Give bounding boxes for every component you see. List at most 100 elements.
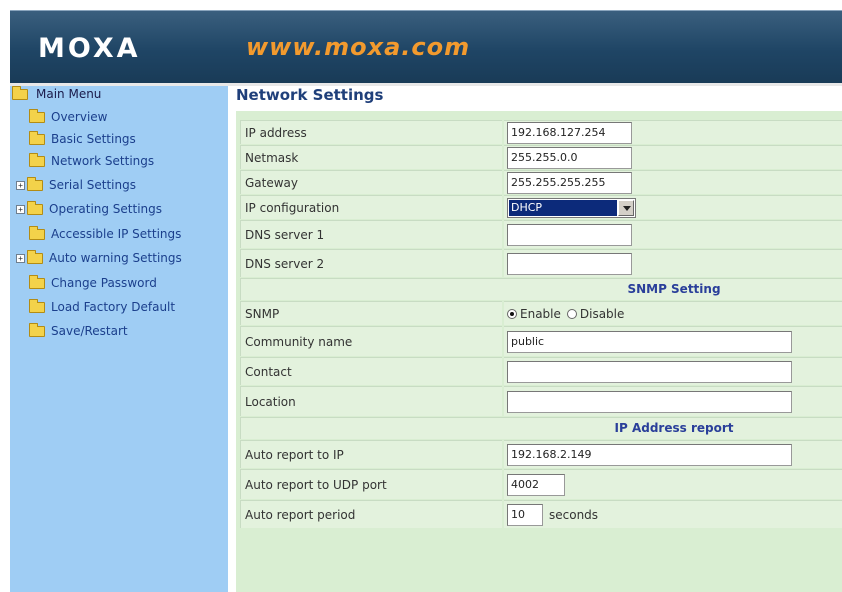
folder-icon xyxy=(29,322,45,337)
dns-server-2-label: DNS server 2 xyxy=(240,249,502,277)
sidebar-item-label: Network Settings xyxy=(51,154,155,168)
snmp-enable-radio[interactable] xyxy=(507,308,517,319)
expand-plus-icon[interactable]: + xyxy=(16,204,25,214)
row-dns-server-1: DNS server 1 xyxy=(236,220,842,248)
sidebar-item-label: Operating Settings xyxy=(49,202,163,216)
row-community-name: Community name xyxy=(236,326,842,356)
contact-cell xyxy=(504,357,842,385)
main-content: Network Settings IP address Netmask Gate… xyxy=(228,86,842,592)
dns-server-2-cell xyxy=(504,249,842,277)
snmp-label: SNMP xyxy=(240,301,502,325)
row-auto-report-udp-port: Auto report to UDP port xyxy=(236,469,842,499)
location-input[interactable] xyxy=(507,390,792,413)
folder-icon xyxy=(27,200,43,215)
sidebar-item-label: Accessible IP Settings xyxy=(51,227,182,241)
expand-plus-icon[interactable]: + xyxy=(16,180,25,190)
netmask-cell xyxy=(504,145,842,169)
row-auto-report-ip: Auto report to IP xyxy=(236,440,842,468)
community-name-input[interactable] xyxy=(507,330,792,353)
netmask-input[interactable] xyxy=(507,146,632,169)
dns-server-1-cell xyxy=(504,220,842,248)
row-location: Location xyxy=(236,386,842,416)
row-gateway: Gateway xyxy=(236,170,842,194)
ip-configuration-select[interactable]: DHCP xyxy=(507,197,636,218)
folder-open-icon xyxy=(12,85,28,100)
row-snmp: SNMP Enable Disable xyxy=(236,301,842,325)
sidebar-item-auto-warning-settings[interactable]: + Auto warning Settings xyxy=(16,249,182,267)
snmp-section-bar: SNMP Setting xyxy=(240,278,842,300)
folder-icon xyxy=(29,130,45,145)
sidebar-item-accessible-ip-settings[interactable]: Accessible IP Settings xyxy=(29,225,181,243)
expand-plus-icon[interactable]: + xyxy=(16,253,25,263)
sidebar-item-basic-settings[interactable]: Basic Settings xyxy=(29,130,136,148)
auto-report-period-input[interactable] xyxy=(507,503,543,526)
folder-icon xyxy=(29,225,45,240)
sidebar-item-network-settings[interactable]: Network Settings xyxy=(29,152,154,170)
folder-icon xyxy=(27,249,43,264)
auto-report-ip-cell xyxy=(504,440,842,468)
sidebar-root-label: Main Menu xyxy=(36,87,102,101)
location-label: Location xyxy=(240,386,502,416)
sidebar-item-label: Change Password xyxy=(51,276,157,290)
location-cell xyxy=(504,386,842,416)
ip-address-input[interactable] xyxy=(507,121,632,144)
auto-report-ip-label: Auto report to IP xyxy=(240,440,502,468)
sidebar-item-operating-settings[interactable]: + Operating Settings xyxy=(16,200,162,218)
contact-input[interactable] xyxy=(507,360,792,383)
row-snmp-section: SNMP Setting xyxy=(236,278,842,300)
sidebar-item-load-factory-default[interactable]: Load Factory Default xyxy=(29,298,175,316)
auto-report-udp-port-cell xyxy=(504,469,842,499)
gateway-label: Gateway xyxy=(240,170,502,194)
auto-report-ip-input[interactable] xyxy=(507,443,792,466)
app-header: MOXA www.moxa.com xyxy=(10,10,842,83)
ip-address-label: IP address xyxy=(240,120,502,144)
dns-server-2-input[interactable] xyxy=(507,252,632,275)
sidebar-item-label: Overview xyxy=(51,110,108,124)
dns-server-1-input[interactable] xyxy=(507,223,632,246)
sidebar-item-label: Auto warning Settings xyxy=(49,251,182,265)
folder-icon xyxy=(29,108,45,123)
netmask-label: Netmask xyxy=(240,145,502,169)
snmp-disable-radio[interactable] xyxy=(566,308,577,319)
page-title: Network Settings xyxy=(236,86,384,104)
sidebar-item-label: Save/Restart xyxy=(51,324,128,338)
sidebar-item-label: Serial Settings xyxy=(49,178,136,192)
sidebar-item-save-restart[interactable]: Save/Restart xyxy=(29,322,128,340)
row-contact: Contact xyxy=(236,357,842,385)
sidebar-item-serial-settings[interactable]: + Serial Settings xyxy=(16,176,136,194)
snmp-enable-label[interactable]: Enable xyxy=(520,307,561,321)
auto-report-udp-port-label: Auto report to UDP port xyxy=(240,469,502,499)
dns-server-1-label: DNS server 1 xyxy=(240,220,502,248)
ip-configuration-selected-value: DHCP xyxy=(509,199,617,216)
row-ip-configuration: IP configuration DHCP xyxy=(236,195,842,219)
folder-icon xyxy=(27,176,43,191)
community-name-cell xyxy=(504,326,842,356)
row-ip-report-section: IP Address report xyxy=(236,417,842,439)
sidebar-item-change-password[interactable]: Change Password xyxy=(29,274,157,292)
gateway-input[interactable] xyxy=(507,171,632,194)
auto-report-period-cell: seconds xyxy=(504,500,842,528)
sidebar-root-main-menu[interactable]: Main Menu xyxy=(12,85,101,103)
folder-icon xyxy=(29,298,45,313)
ip-report-section-title: IP Address report xyxy=(614,421,734,435)
chevron-down-icon[interactable] xyxy=(618,199,634,216)
auto-report-period-label: Auto report period xyxy=(240,500,502,528)
sidebar-item-label: Load Factory Default xyxy=(51,300,176,314)
row-ip-address: IP address xyxy=(236,120,842,144)
community-name-label: Community name xyxy=(240,326,502,356)
snmp-cell: Enable Disable xyxy=(504,301,842,325)
snmp-disable-label[interactable]: Disable xyxy=(580,307,625,321)
row-auto-report-period: Auto report period seconds xyxy=(236,500,842,528)
gateway-cell xyxy=(504,170,842,194)
sidebar: Main Menu Overview Basic Settings Networ… xyxy=(10,85,228,592)
folder-icon xyxy=(29,152,45,167)
settings-panel: IP address Netmask Gateway IP configurat… xyxy=(236,111,842,592)
sidebar-item-label: Basic Settings xyxy=(51,132,136,146)
row-netmask: Netmask xyxy=(236,145,842,169)
auto-report-udp-port-input[interactable] xyxy=(507,473,565,496)
website-url[interactable]: www.moxa.com xyxy=(246,33,470,61)
contact-label: Contact xyxy=(240,357,502,385)
moxa-logo: MOXA xyxy=(38,33,141,64)
sidebar-item-overview[interactable]: Overview xyxy=(29,108,108,126)
folder-icon xyxy=(29,274,45,289)
